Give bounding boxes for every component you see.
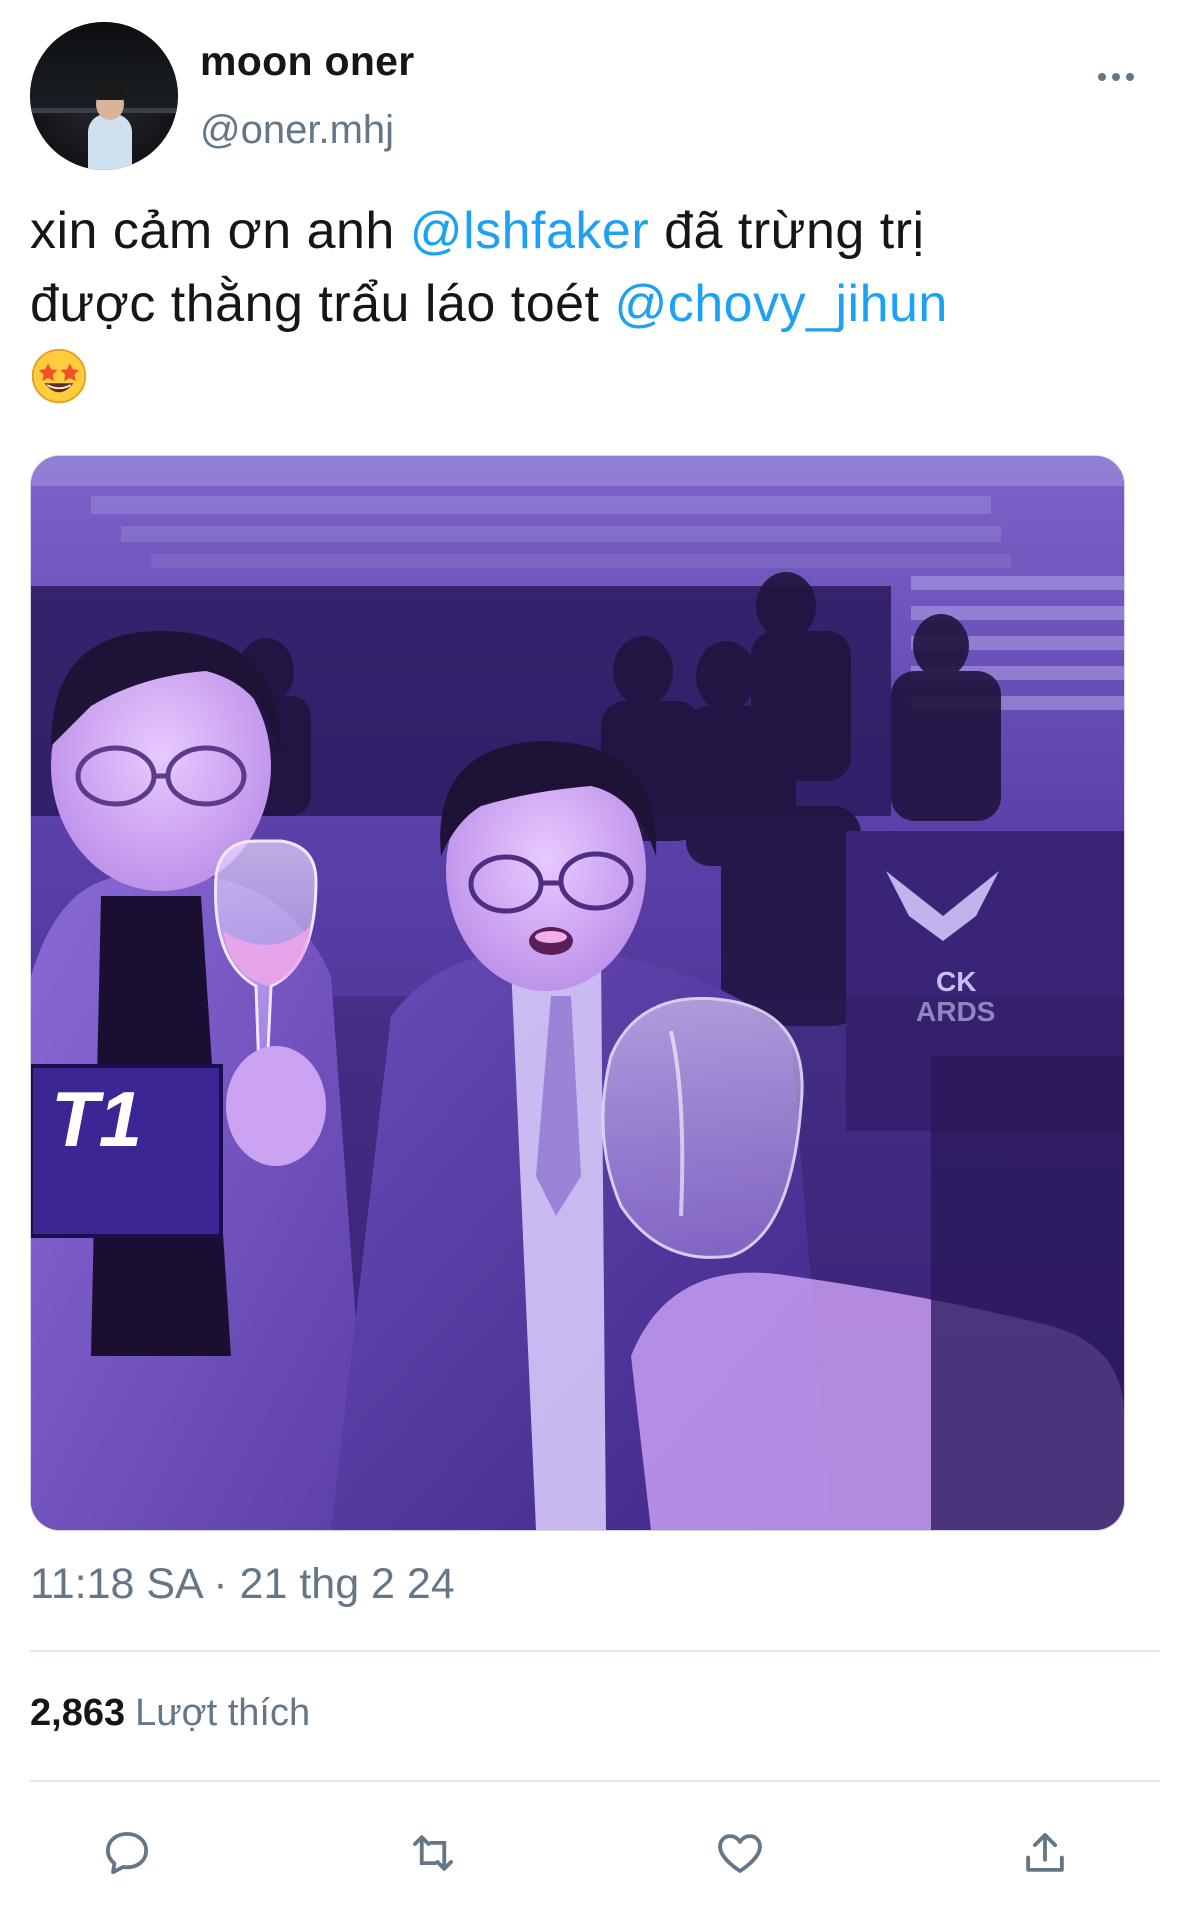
photo-of-two-men-toasting-icon: CK ARDS T1	[31, 456, 1124, 1530]
t1-sign-text: T1	[51, 1075, 142, 1163]
tweet-timestamp[interactable]: 11:18 SA · 21 thg 2 24	[30, 1560, 455, 1609]
likes-label: Lượt thích	[135, 1692, 311, 1734]
user-handle[interactable]: @oner.mhj	[200, 108, 394, 153]
more-icon-dot	[1126, 73, 1134, 81]
reply-button[interactable]	[92, 1818, 162, 1888]
likes-stat[interactable]: 2,863 Lượt thích	[30, 1692, 310, 1735]
mention-link-lshfaker[interactable]: @lshfaker	[410, 202, 649, 260]
display-name[interactable]: moon oner	[200, 38, 415, 85]
divider	[30, 1780, 1160, 1782]
tweet-text: xin cảm ơn anh @lshfaker đã trừng trị đư…	[30, 195, 1150, 417]
tweet-text-part: xin cảm ơn anh	[30, 202, 410, 260]
avatar-figure-body	[88, 114, 132, 170]
tweet-text-part: đã trừng trị	[649, 202, 925, 260]
likes-count: 2,863	[30, 1692, 126, 1734]
star-struck-emoji-icon	[31, 348, 87, 404]
retweet-icon	[413, 1835, 453, 1871]
reply-icon	[105, 1831, 149, 1875]
tweet-photo[interactable]: CK ARDS T1	[30, 455, 1125, 1531]
like-button[interactable]	[705, 1818, 775, 1888]
avatar[interactable]	[30, 22, 178, 170]
more-options-button[interactable]	[1086, 62, 1146, 92]
share-button[interactable]	[1010, 1818, 1080, 1888]
avatar-figure-hair	[94, 84, 126, 100]
tweet-actions	[0, 1818, 1180, 1888]
tweet-detail: moon oner @oner.mhj xin cảm ơn anh @lshf…	[0, 0, 1180, 1920]
tweet-header: moon oner @oner.mhj	[30, 22, 1150, 172]
divider	[30, 1650, 1160, 1652]
share-icon	[1026, 1833, 1064, 1872]
retweet-button[interactable]	[398, 1818, 468, 1888]
more-icon-dot	[1112, 73, 1120, 81]
heart-icon	[718, 1834, 762, 1873]
banner-text-line1: CK	[936, 966, 976, 997]
tweet-text-part: được thằng trẩu láo toét	[30, 275, 615, 333]
mention-link-chovy[interactable]: @chovy_jihun	[614, 275, 947, 333]
more-icon-dot	[1098, 73, 1106, 81]
